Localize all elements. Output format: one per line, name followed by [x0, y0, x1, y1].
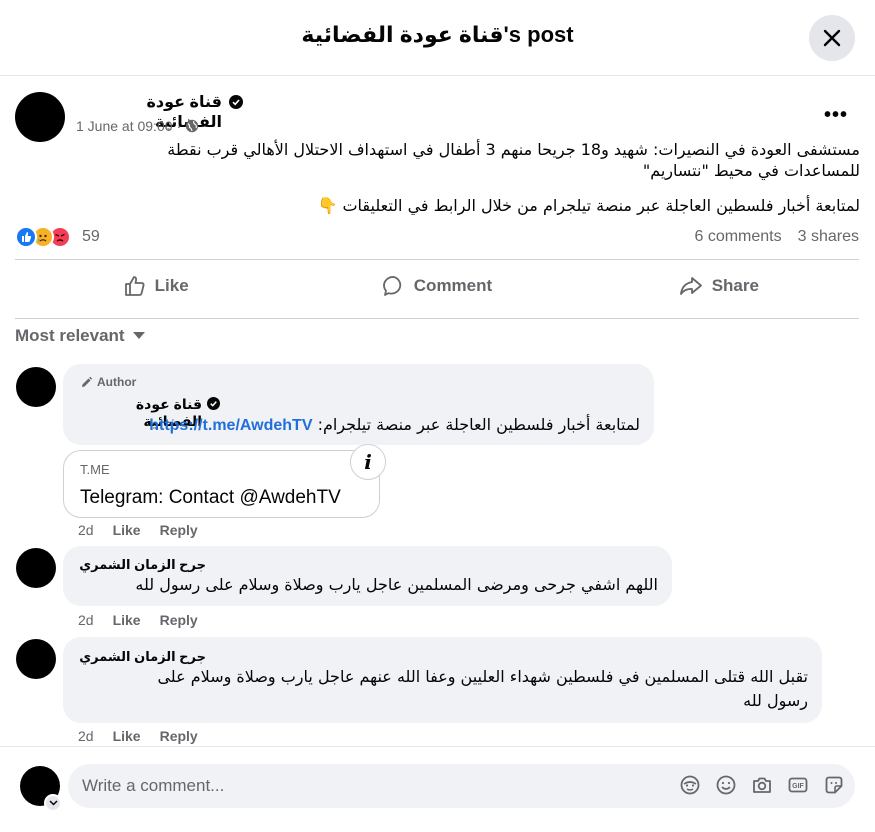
comment-avatar[interactable]	[16, 367, 56, 407]
chevron-down-icon	[48, 800, 58, 806]
sort-label: Most relevant	[15, 326, 125, 345]
close-icon	[823, 29, 841, 47]
comment-actions: 2d Like Reply	[78, 728, 198, 744]
telegram-link[interactable]: https://t.me/AwdehTV	[149, 417, 312, 434]
close-button[interactable]	[809, 15, 855, 61]
reaction-summary[interactable]: 59	[15, 226, 100, 248]
post-author[interactable]: قناة عودة الفضائية	[76, 92, 256, 131]
like-reaction-icon	[15, 226, 37, 248]
share-icon	[679, 277, 702, 295]
post-text-line-1: مستشفى العودة في النصيرات: شهيد و18 جريح…	[167, 140, 860, 159]
pen-icon	[82, 376, 93, 387]
composer-tools: GIF	[679, 774, 845, 796]
comment-reply-button[interactable]: Reply	[160, 612, 198, 628]
comment-like-button[interactable]: Like	[113, 522, 141, 538]
comment-actions: 2d Like Reply	[78, 522, 198, 538]
comment-body: لمتابعة أخبار فلسطين العاجلة عبر منصة تي…	[317, 415, 640, 434]
divider	[15, 259, 859, 260]
comment-text-line-1: تقبل الله قتلى المسلمين في فلسطين شهداء …	[157, 667, 808, 686]
info-icon[interactable]: i	[350, 444, 386, 480]
camera-icon[interactable]	[751, 774, 773, 796]
comments-count[interactable]: 6 comments	[694, 228, 781, 246]
meta-separator: ·	[176, 118, 182, 134]
comment-time[interactable]: 2d	[78, 612, 94, 628]
post-actions: Like Comment Share	[15, 262, 859, 310]
globe-icon	[186, 119, 199, 133]
comment-text: لمتابعة أخبار فلسطين العاجلة عبر منصة تي…	[80, 414, 640, 437]
comment-time[interactable]: 2d	[78, 728, 94, 744]
comment-reply-button[interactable]: Reply	[160, 522, 198, 538]
dialog-header: قناة عودة الفضائية's post	[0, 0, 875, 76]
sticker-icon[interactable]	[823, 774, 845, 796]
like-button[interactable]: Like	[15, 262, 296, 310]
post-meta: 1 June at 09:00 ·	[76, 118, 199, 134]
post-text-line-2: للمساعدات في محيط "نتساريم"	[642, 161, 860, 180]
gif-icon[interactable]: GIF	[787, 774, 809, 796]
post-time[interactable]: 1 June at 09:00	[76, 118, 173, 134]
composer-divider	[0, 746, 875, 747]
comment-label: Comment	[413, 276, 493, 295]
profile-switcher[interactable]	[44, 794, 62, 812]
more-options-button[interactable]: •••	[824, 104, 848, 127]
comment-time[interactable]: 2d	[78, 522, 94, 538]
post-author-avatar[interactable]	[15, 92, 65, 142]
svg-text:GIF: GIF	[792, 783, 804, 790]
reaction-count[interactable]: 59	[82, 228, 100, 246]
emoji-icon[interactable]	[715, 774, 737, 796]
comment-icon	[382, 276, 401, 296]
link-preview-card[interactable]: T.ME Telegram: Contact @AwdehTV	[63, 450, 380, 518]
comment-button[interactable]: Comment	[296, 262, 577, 310]
comment-text-line-2: رسول لله	[743, 691, 808, 710]
post-stats: 6 comments 3 shares	[694, 228, 859, 246]
dialog-title: قناة عودة الفضائية's post	[301, 22, 574, 47]
share-button[interactable]: Share	[578, 262, 859, 310]
like-label: Like	[154, 276, 189, 295]
author-badge: Author	[80, 375, 136, 389]
comment-input[interactable]: Write a comment... GIF	[68, 764, 855, 808]
comment-like-button[interactable]: Like	[113, 728, 141, 744]
share-label: Share	[711, 276, 759, 295]
comment-actions: 2d Like Reply	[78, 612, 198, 628]
verified-badge-icon	[207, 397, 220, 410]
comment-avatar[interactable]	[16, 548, 56, 588]
comment-author[interactable]: قناة عودة الفضائية	[80, 396, 230, 429]
comment-text: اللهم اشفي جرحى ومرضى المسلمين عاجل يارب…	[135, 575, 658, 594]
link-domain: T.ME	[80, 462, 110, 477]
sort-dropdown[interactable]: Most relevant	[15, 326, 145, 346]
link-title: Telegram: Contact @AwdehTV	[80, 487, 341, 508]
comment-placeholder: Write a comment...	[82, 776, 225, 795]
verified-badge-icon	[229, 95, 243, 109]
comment-like-button[interactable]: Like	[113, 612, 141, 628]
comment-avatar[interactable]	[16, 639, 56, 679]
comment-author-name[interactable]: جرح الزمان الشمري	[79, 557, 206, 573]
thumbs-up-icon	[124, 276, 145, 296]
post-text-line-3: لمتابعة أخبار فلسطين العاجلة عبر منصة تي…	[317, 196, 860, 215]
shares-count[interactable]: 3 shares	[798, 228, 859, 246]
divider	[15, 318, 859, 319]
comment-author-name[interactable]: جرح الزمان الشمري	[79, 649, 206, 665]
author-badge-label: Author	[97, 375, 137, 389]
comment-reply-button[interactable]: Reply	[160, 728, 198, 744]
avatar-sticker-icon[interactable]	[679, 774, 701, 796]
caret-down-icon	[132, 332, 145, 339]
